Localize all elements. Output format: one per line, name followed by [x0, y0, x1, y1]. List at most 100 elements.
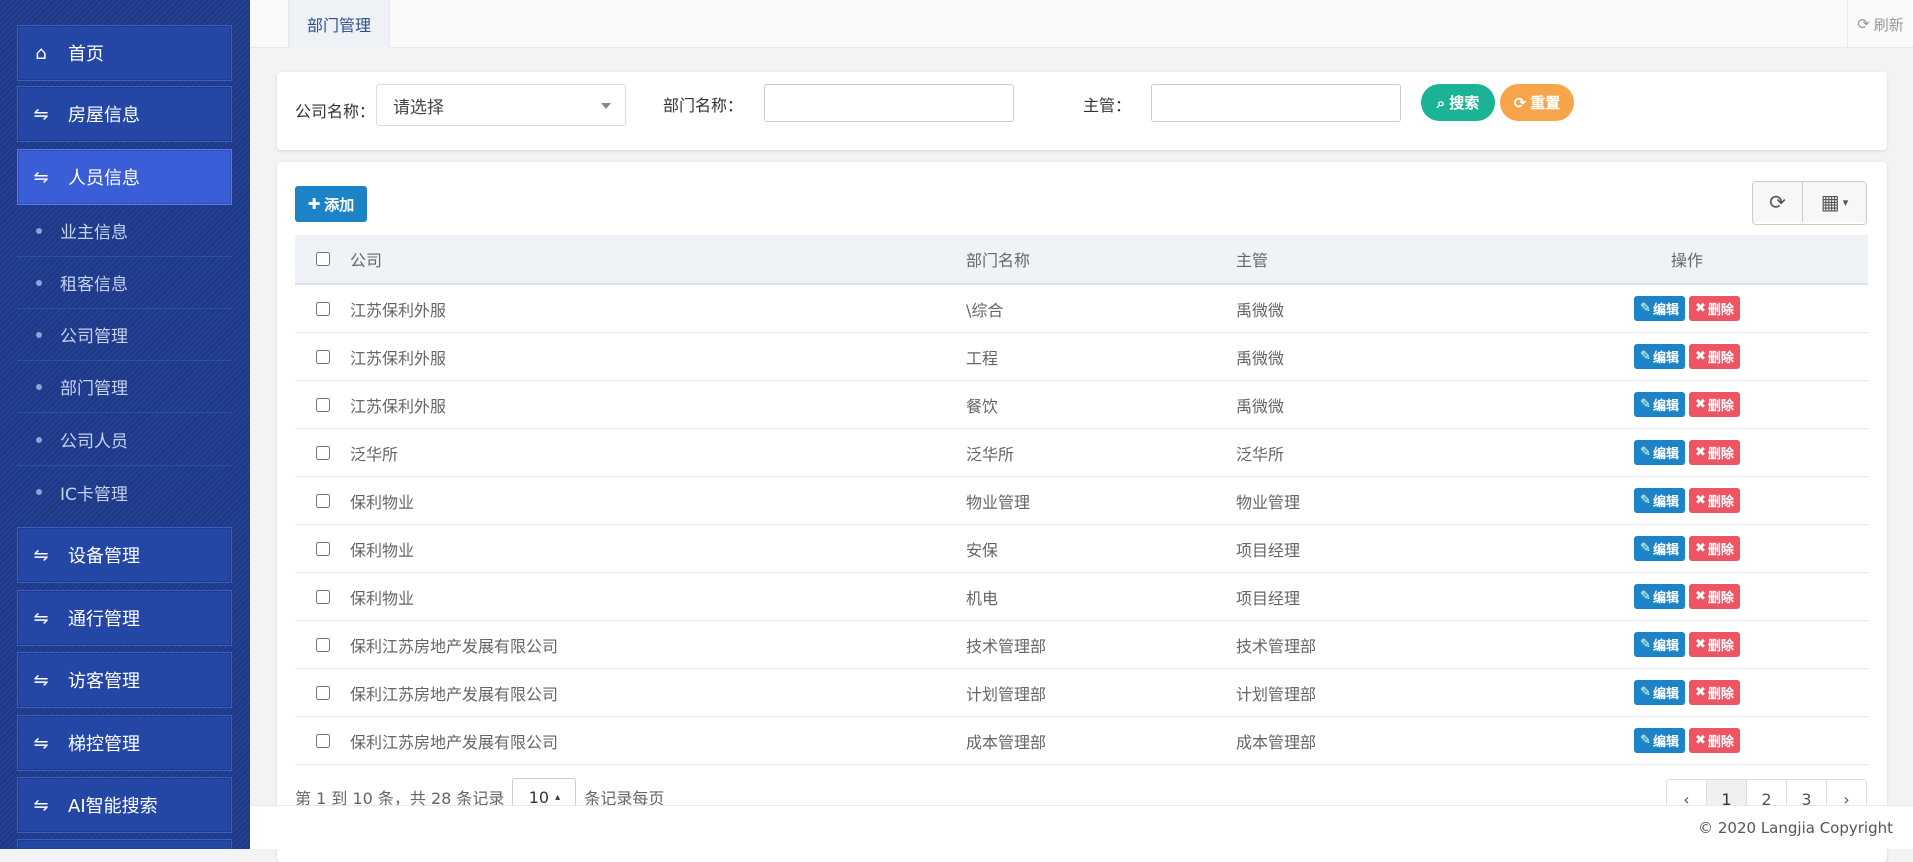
edit-button[interactable]: ✎ 编辑 — [1634, 488, 1685, 513]
edit-button[interactable]: ✎ 编辑 — [1634, 296, 1685, 321]
exchange-icon: ⇋ — [33, 732, 49, 754]
column-header-manager[interactable]: 主管 — [1236, 247, 1506, 271]
delete-button[interactable]: ✖ 删除 — [1689, 728, 1740, 753]
exchange-icon: ⇋ — [33, 544, 49, 566]
cell-manager: 成本管理部 — [1236, 732, 1317, 752]
sidebar-item-home[interactable]: ⌂ 首页 — [17, 25, 232, 81]
refresh-icon: ⟳ — [1769, 190, 1786, 214]
delete-button[interactable]: ✖ 删除 — [1689, 488, 1740, 513]
row-checkbox[interactable] — [315, 493, 330, 508]
cell-company: 保利江苏房地产发展有限公司 — [350, 684, 559, 704]
submenu-item-companies[interactable]: 公司管理 — [17, 309, 232, 361]
delete-button[interactable]: ✖ 删除 — [1689, 536, 1740, 561]
sidebar-item-access[interactable]: ⇋ 通行管理 — [17, 590, 232, 646]
delete-button[interactable]: ✖ 删除 — [1689, 584, 1740, 609]
column-header-dept[interactable]: 部门名称 — [966, 247, 1236, 271]
cell-manager: 物业管理 — [1236, 492, 1301, 512]
delete-label: 删除 — [1707, 447, 1734, 462]
edit-button[interactable]: ✎ 编辑 — [1634, 680, 1685, 705]
close-icon: ✖ — [1695, 733, 1706, 748]
row-checkbox[interactable] — [315, 637, 330, 652]
row-checkbox[interactable] — [315, 445, 330, 460]
row-checkbox[interactable] — [315, 733, 330, 748]
edit-button[interactable]: ✎ 编辑 — [1634, 440, 1685, 465]
submenu-label: 租客信息 — [60, 275, 128, 295]
table-panel: ✚ 添加 ⟳ ▦ ▾ 公司 部门名称 主管 操作 江苏保利外服 \综合 禹微微 ✎ 编辑… — [277, 162, 1887, 862]
sidebar-item-ai-search[interactable]: ⇋ AI智能搜索 — [17, 777, 232, 833]
refresh-icon: ⟳ — [1513, 93, 1527, 112]
delete-label: 删除 — [1707, 303, 1734, 318]
column-header-actions: 操作 — [1670, 251, 1703, 270]
company-select[interactable]: 请选择 — [376, 84, 626, 126]
delete-button[interactable]: ✖ 删除 — [1689, 680, 1740, 705]
row-checkbox[interactable] — [315, 589, 330, 604]
edit-button[interactable]: ✎ 编辑 — [1634, 536, 1685, 561]
submenu-item-ic-cards[interactable]: IC卡管理 — [17, 466, 232, 518]
tab-department-management[interactable]: 部门管理 — [288, 0, 390, 48]
delete-label: 删除 — [1707, 543, 1734, 558]
row-checkbox[interactable] — [315, 685, 330, 700]
cell-manager: 禹微微 — [1236, 348, 1285, 368]
submenu-label: 部门管理 — [60, 379, 128, 399]
sidebar-item-label: 通行管理 — [68, 609, 140, 630]
manager-label: 主管： — [1083, 96, 1132, 115]
sidebar-item-housing[interactable]: ⇋ 房屋信息 — [17, 86, 232, 142]
footer: © 2020 Langjia Copyright — [250, 805, 1913, 849]
submenu-item-departments[interactable]: 部门管理 — [17, 361, 232, 413]
refresh-table-button[interactable]: ⟳ — [1753, 182, 1802, 222]
cell-manager: 禹微微 — [1236, 300, 1285, 320]
edit-label: 编辑 — [1652, 447, 1679, 462]
row-checkbox[interactable] — [315, 301, 330, 316]
sidebar-item-personnel[interactable]: ⇋ 人员信息 — [17, 149, 232, 205]
cell-actions: ✎ 编辑 ✖ 删除 — [1506, 488, 1868, 513]
add-button[interactable]: ✚ 添加 — [295, 186, 367, 222]
delete-label: 删除 — [1707, 687, 1734, 702]
manager-input[interactable] — [1151, 84, 1401, 122]
row-checkbox[interactable] — [315, 349, 330, 364]
edit-button[interactable]: ✎ 编辑 — [1634, 392, 1685, 417]
delete-button[interactable]: ✖ 删除 — [1689, 392, 1740, 417]
edit-button[interactable]: ✎ 编辑 — [1634, 344, 1685, 369]
edit-icon: ✎ — [1640, 685, 1651, 700]
select-all-checkbox[interactable] — [315, 252, 330, 266]
cell-dept: 安保 — [966, 540, 999, 560]
grid-icon: ▦ — [1820, 190, 1840, 214]
cell-actions: ✎ 编辑 ✖ 删除 — [1506, 632, 1868, 657]
cell-dept: 技术管理部 — [966, 636, 1047, 656]
submenu-label: 公司管理 — [60, 327, 128, 347]
sidebar-item-visitors[interactable]: ⇋ 访客管理 — [17, 652, 232, 708]
delete-button[interactable]: ✖ 删除 — [1689, 344, 1740, 369]
submenu-item-company-staff[interactable]: 公司人员 — [17, 414, 232, 466]
edit-button[interactable]: ✎ 编辑 — [1634, 728, 1685, 753]
edit-button[interactable]: ✎ 编辑 — [1634, 584, 1685, 609]
column-header-company[interactable]: 公司 — [350, 247, 966, 271]
delete-button[interactable]: ✖ 删除 — [1689, 632, 1740, 657]
delete-button[interactable]: ✖ 删除 — [1689, 440, 1740, 465]
sidebar-item-elevator[interactable]: ⇋ 梯控管理 — [17, 715, 232, 771]
add-button-label: 添加 — [324, 195, 355, 214]
columns-toggle-button[interactable]: ▦ ▾ — [1802, 182, 1866, 222]
cell-dept: 成本管理部 — [966, 732, 1047, 752]
sidebar-item-more[interactable] — [17, 839, 232, 849]
delete-button[interactable]: ✖ 删除 — [1689, 296, 1740, 321]
cell-dept: 泛华所 — [966, 444, 1015, 464]
sidebar-item-devices[interactable]: ⇋ 设备管理 — [17, 527, 232, 583]
refresh-tab-button[interactable]: ⟳ 刷新 — [1847, 0, 1913, 48]
row-checkbox[interactable] — [315, 541, 330, 556]
cell-company: 保利江苏房地产发展有限公司 — [350, 636, 559, 656]
submenu-item-tenants[interactable]: 租客信息 — [17, 257, 232, 309]
dept-name-input[interactable] — [764, 84, 1014, 122]
edit-label: 编辑 — [1652, 495, 1679, 510]
delete-label: 删除 — [1707, 639, 1734, 654]
submenu-item-owners[interactable]: 业主信息 — [17, 205, 232, 257]
company-label: 公司名称： — [295, 102, 376, 121]
home-icon: ⌂ — [35, 42, 47, 64]
search-button[interactable]: ⌕ 搜索 — [1421, 84, 1495, 121]
row-checkbox[interactable] — [315, 397, 330, 412]
table-row: 保利江苏房地产发展有限公司 成本管理部 成本管理部 ✎ 编辑 ✖ 删除 — [295, 717, 1868, 765]
edit-button[interactable]: ✎ 编辑 — [1634, 632, 1685, 657]
table-row: 保利物业 安保 项目经理 ✎ 编辑 ✖ 删除 — [295, 525, 1868, 573]
reset-button[interactable]: ⟳ 重置 — [1500, 84, 1574, 121]
cell-dept: 餐饮 — [966, 396, 999, 416]
cell-manager: 计划管理部 — [1236, 684, 1317, 704]
